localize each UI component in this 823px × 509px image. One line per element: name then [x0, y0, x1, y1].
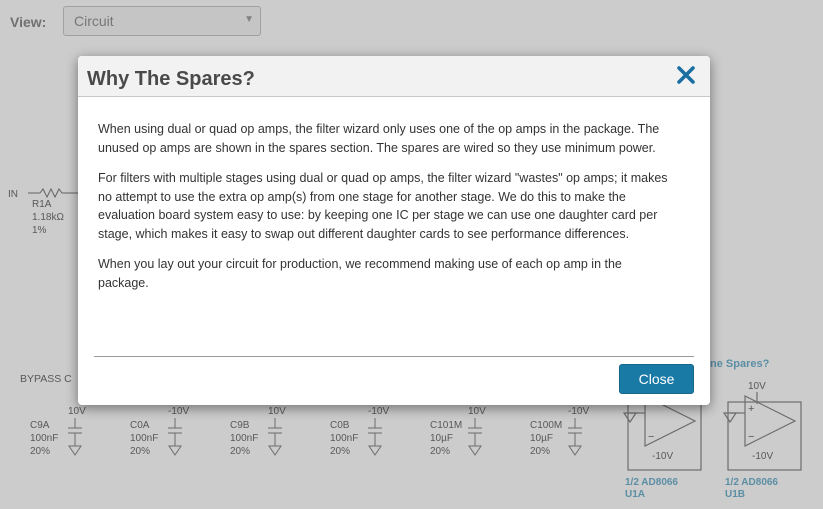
dialog-paragraph: When using dual or quad op amps, the fil…: [98, 122, 660, 155]
dialog-paragraph: For filters with multiple stages using d…: [98, 171, 668, 241]
close-icon[interactable]: [674, 63, 698, 87]
close-button[interactable]: Close: [619, 364, 694, 394]
dialog-paragraph: When you lay out your circuit for produc…: [98, 257, 622, 290]
dialog-title: Why The Spares?: [87, 68, 255, 90]
dialog-body: When using dual or quad op amps, the fil…: [98, 120, 670, 304]
why-spares-dialog: Why The Spares? When using dual or quad …: [78, 56, 710, 405]
dialog-header: Why The Spares?: [78, 56, 710, 97]
dialog-divider: [94, 356, 694, 357]
